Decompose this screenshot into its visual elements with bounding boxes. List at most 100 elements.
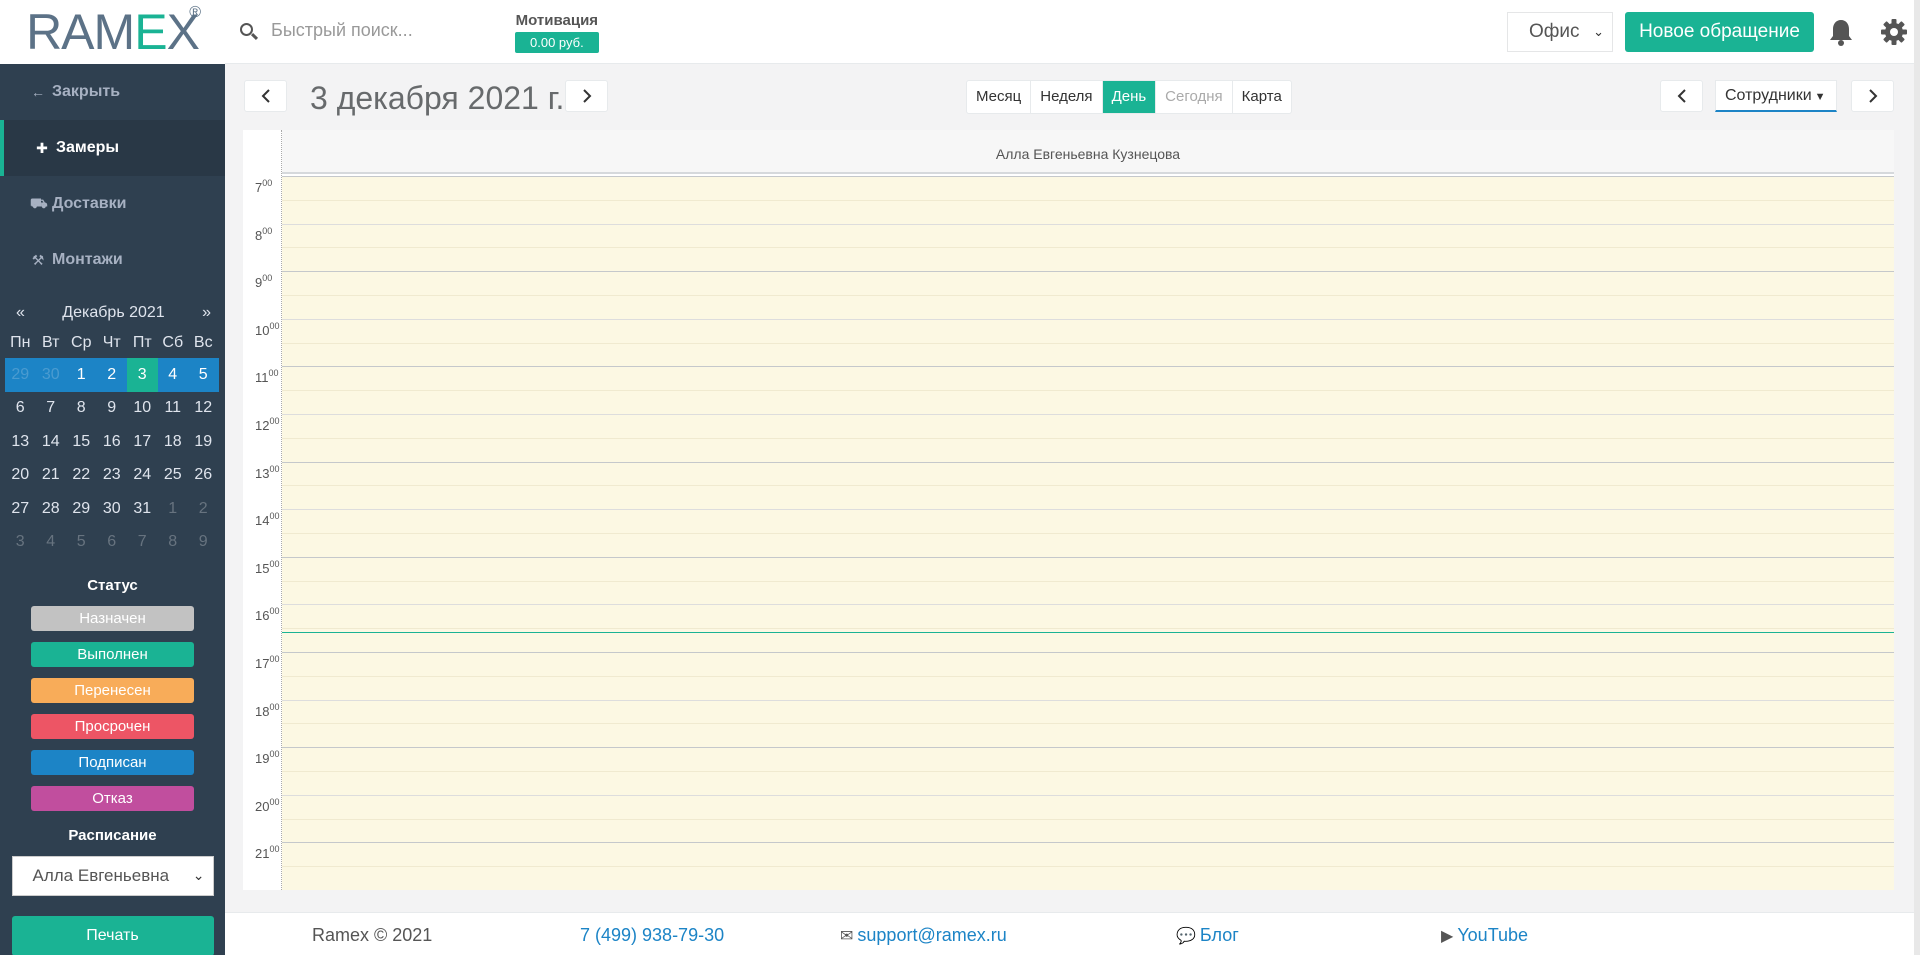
sidebar-item-3[interactable]: ⚒ Монтажи: [0, 232, 225, 288]
chevron-left-icon: [1677, 89, 1686, 103]
mini-calendar-day[interactable]: 30: [97, 492, 128, 526]
hour-label-hour: 13: [255, 465, 270, 481]
hour-label-minutes: 00: [262, 178, 273, 188]
sidebar-item-2[interactable]: ⛟ Доставки: [0, 176, 225, 232]
mini-calendar-prev-button[interactable]: «: [16, 304, 25, 322]
mini-calendar-day[interactable]: 19: [188, 425, 219, 459]
mini-calendar-day[interactable]: 7: [127, 526, 158, 560]
mini-calendar-day[interactable]: 5: [66, 526, 97, 560]
mini-calendar-day[interactable]: 12: [188, 392, 219, 426]
hour-label-hour: 10: [255, 322, 270, 338]
mini-calendar-day[interactable]: 24: [127, 459, 158, 493]
mini-calendar-day[interactable]: 1: [158, 492, 189, 526]
hour-label: 1500: [255, 559, 279, 576]
status-badge[interactable]: Просрочен: [31, 714, 194, 739]
hour-row: 1900: [243, 747, 1894, 795]
mini-calendar-day[interactable]: 29: [5, 358, 36, 392]
sidebar-item-1[interactable]: ✚ Замеры: [0, 120, 225, 176]
mini-calendar-day[interactable]: 4: [36, 526, 67, 560]
tab-view[interactable]: День: [1102, 81, 1157, 113]
mini-calendar-day[interactable]: 15: [66, 425, 97, 459]
sidebar-item-0[interactable]: ← Закрыть: [0, 64, 225, 120]
office-select-value: Офис: [1529, 21, 1580, 42]
mini-calendar-day[interactable]: 16: [97, 425, 128, 459]
mini-calendar-day[interactable]: 10: [127, 392, 158, 426]
hour-line: [282, 271, 1894, 273]
mini-calendar-day[interactable]: 25: [158, 459, 189, 493]
mini-calendar-day[interactable]: 6: [97, 526, 128, 560]
mini-calendar-day[interactable]: 22: [66, 459, 97, 493]
mini-calendar-day[interactable]: 2: [96, 358, 127, 392]
current-time-indicator: [282, 632, 1894, 634]
mini-calendar-day[interactable]: 21: [36, 459, 67, 493]
mini-calendar-day[interactable]: 11: [158, 392, 189, 426]
mini-calendar-next-button[interactable]: »: [202, 304, 211, 322]
print-button[interactable]: Печать: [11, 916, 214, 955]
prev-day-button[interactable]: [244, 80, 287, 112]
mini-calendar-day[interactable]: 7: [36, 392, 67, 426]
mini-calendar-day[interactable]: 9: [97, 392, 128, 426]
status-badge[interactable]: Отказ: [31, 786, 194, 811]
status-badge[interactable]: Подписан: [31, 750, 194, 775]
hour-row: 2000: [243, 794, 1894, 843]
mini-calendar-day[interactable]: 3: [127, 358, 158, 392]
tab-view[interactable]: Карта: [1233, 81, 1291, 113]
bell-icon[interactable]: [1827, 17, 1855, 47]
motivation: Мотивация 0.00 руб.: [515, 12, 599, 53]
mini-calendar-day[interactable]: 20: [5, 459, 36, 493]
staff-next-button[interactable]: [1851, 80, 1894, 112]
next-day-button[interactable]: [565, 80, 608, 112]
mini-calendar-day[interactable]: 31: [127, 492, 158, 526]
hour-label: 1200: [255, 416, 279, 433]
tab-view[interactable]: Неделя: [1031, 81, 1103, 113]
tab-view[interactable]: Сегодня: [1156, 81, 1233, 113]
footer-email-link[interactable]: support@ramex.ru: [857, 925, 1006, 945]
mini-calendar-day[interactable]: 4: [157, 358, 188, 392]
half-hour-line: [282, 675, 1894, 677]
new-request-button[interactable]: Новое обращение: [1625, 12, 1814, 52]
search-input[interactable]: [271, 20, 511, 41]
mini-calendar-day[interactable]: 6: [5, 392, 36, 426]
status-badge[interactable]: Перенесен: [31, 678, 194, 703]
status-badge[interactable]: Выполнен: [31, 642, 194, 667]
mini-calendar-day[interactable]: 9: [188, 526, 219, 560]
mini-calendar-day[interactable]: 8: [158, 526, 189, 560]
hour-label-hour: 11: [255, 370, 269, 386]
chevron-down-icon: ⌄: [1593, 24, 1604, 39]
mini-calendar-day[interactable]: 1: [66, 358, 97, 392]
mini-calendar-day[interactable]: 13: [5, 425, 36, 459]
mini-calendar-day[interactable]: 2: [188, 492, 219, 526]
mini-calendar-day[interactable]: 8: [66, 392, 97, 426]
mini-calendar-day[interactable]: 23: [97, 459, 128, 493]
mini-calendar-day[interactable]: 27: [5, 492, 36, 526]
mini-calendar-day[interactable]: 17: [127, 425, 158, 459]
schedule-employee-select[interactable]: Алла Евгеньевна ⌄: [11, 856, 214, 896]
mini-calendar-day[interactable]: 26: [188, 459, 219, 493]
mini-calendar-month[interactable]: Декабрь 2021: [62, 304, 164, 322]
main-content: 3 декабря 2021 г. Месяц Неделя День Сегодня…: [225, 65, 1920, 955]
footer-phone-link[interactable]: 7 (499) 938-79-30: [580, 925, 724, 946]
mini-calendar-day[interactable]: 5: [188, 358, 219, 392]
footer-blog: 💬 Блог: [1176, 925, 1239, 946]
mini-calendar-day[interactable]: 14: [36, 425, 67, 459]
hour-label: 2100: [255, 844, 279, 861]
office-select[interactable]: Офис ⌄: [1507, 12, 1613, 52]
hour-row: 900: [243, 271, 1894, 319]
mini-calendar-day[interactable]: 28: [36, 492, 67, 526]
mini-calendar-day[interactable]: 29: [66, 492, 97, 526]
staff-prev-button[interactable]: [1660, 80, 1703, 112]
logo[interactable]: RAMEX ®: [0, 0, 225, 64]
hour-row: 1400: [243, 509, 1894, 557]
footer-youtube-link[interactable]: YouTube: [1457, 925, 1528, 945]
mini-calendar-day[interactable]: 30: [35, 358, 66, 392]
footer-blog-link[interactable]: Блог: [1200, 925, 1239, 945]
tab-view[interactable]: Месяц: [967, 81, 1032, 113]
search-icon: [239, 21, 259, 41]
page-scrollbar[interactable]: [1914, 0, 1920, 955]
half-hour-line: [282, 770, 1894, 772]
staff-dropdown[interactable]: Сотрудники ▼: [1715, 80, 1837, 112]
mini-calendar-day[interactable]: 18: [158, 425, 189, 459]
gear-icon[interactable]: [1880, 17, 1908, 47]
mini-calendar-day[interactable]: 3: [5, 526, 36, 560]
status-badge[interactable]: Назначен: [31, 606, 194, 631]
